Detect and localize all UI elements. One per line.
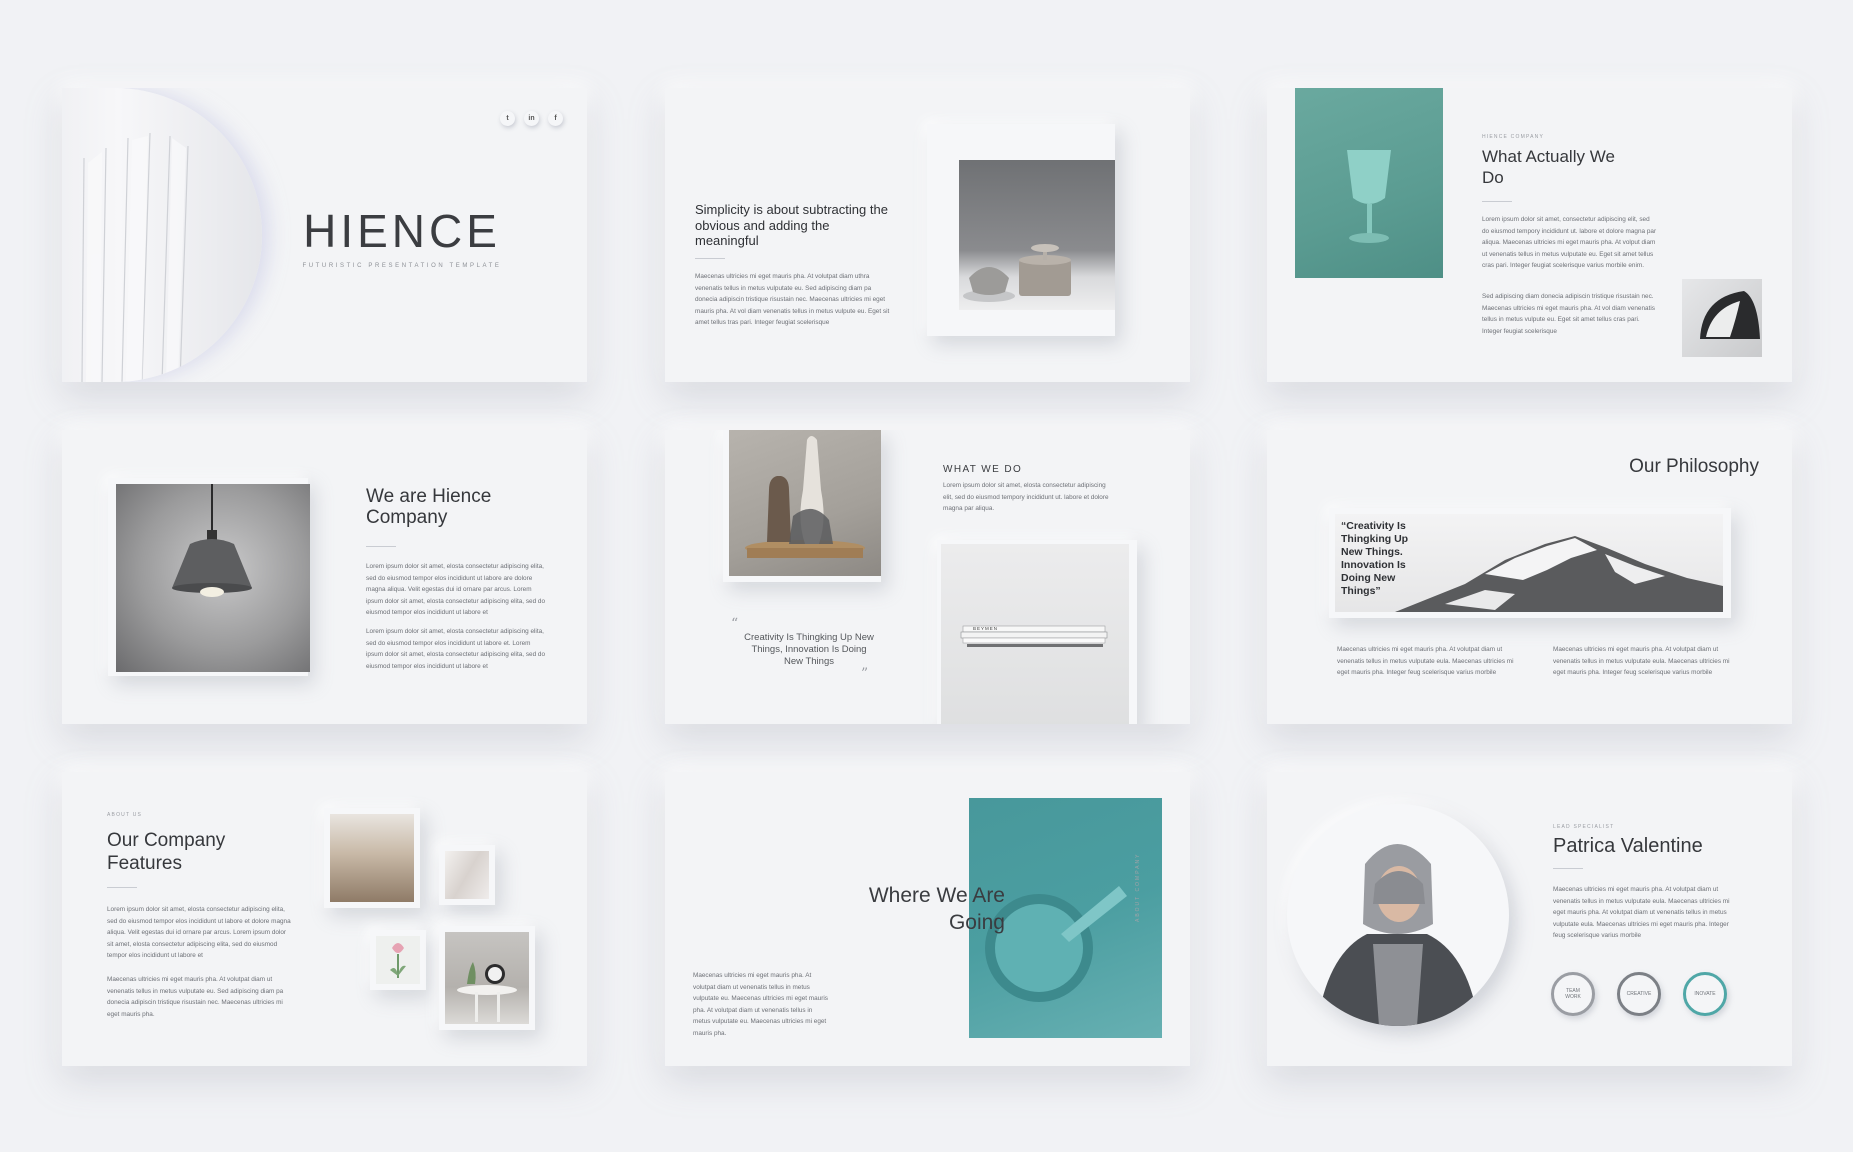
slide8-vertical-label: ABOUT COMPANY	[1135, 852, 1141, 922]
slide4-title: We are Hience Company	[366, 486, 492, 528]
slide2-body: Maecenas ultricies mi eget mauris pha. A…	[695, 273, 890, 327]
skill-ring-creative: CREATIVE	[1617, 972, 1661, 1016]
ring-label: INOVATE	[1694, 991, 1716, 997]
slide3-body1: Lorem ipsum dolor sit amet, consectetur …	[1482, 216, 1657, 270]
profile-photo-circle	[1287, 804, 1509, 1026]
books-photo: BEYMEN	[941, 544, 1129, 724]
slide3-eyebrow: HIENCE COMPANY	[1482, 134, 1544, 140]
photo-frame	[370, 930, 426, 990]
slide7-title: Our Company Features	[107, 830, 226, 874]
bowl-photo	[1682, 279, 1762, 357]
divider	[1553, 868, 1583, 869]
slide8-title: Where We Are Going	[868, 884, 1005, 934]
photo-frame	[324, 808, 420, 908]
divider	[695, 258, 725, 259]
tulip-photo	[376, 936, 420, 984]
ring-label: CREATIVE	[1626, 991, 1652, 997]
slide9-name: Patrica Valentine	[1553, 835, 1703, 857]
slide7-body1: Lorem ipsum dolor sit amet, elosta conse…	[107, 906, 291, 960]
ring-label: TEAM WORK	[1565, 988, 1581, 1000]
slide6-col1: Maecenas ultricies mi eget mauris pha. A…	[1337, 646, 1514, 677]
slide-team-member[interactable]: LEAD SPECIALIST Patrica Valentine Maecen…	[1267, 772, 1792, 1066]
slide4-body1: Lorem ipsum dolor sit amet, elosta conse…	[366, 563, 546, 617]
slide3-body2: Sed adipiscing diam donecia adipiscin tr…	[1482, 293, 1655, 335]
cover-title: HIENCE	[303, 205, 501, 257]
slide-simplicity[interactable]: Simplicity is about subtracting the obvi…	[665, 88, 1190, 382]
close-quote-icon: ”	[861, 666, 869, 682]
slide9-eyebrow: LEAD SPECIALIST	[1553, 824, 1615, 830]
photo-frame	[723, 430, 881, 582]
facebook-icon[interactable]: f	[548, 111, 563, 126]
photo-frame: “Creativity Is Thingking Up New Things. …	[1329, 508, 1731, 618]
book-spine-label: BEYMEN	[973, 626, 999, 631]
divider	[366, 546, 396, 547]
slide-what-we-do[interactable]: HIENCE COMPANY What Actually We Do Lorem…	[1267, 88, 1792, 382]
slide-where-we-are-going[interactable]: Where We Are Going ABOUT COMPANY Maecena…	[665, 772, 1190, 1066]
fabric-photo	[445, 851, 489, 899]
slide-we-are-hience[interactable]: We are Hience Company Lorem ipsum dolor …	[62, 430, 587, 724]
cover-arch-image	[62, 88, 262, 382]
slide3-title: What Actually We Do	[1482, 147, 1615, 187]
slide6-quote: “Creativity Is Thingking Up New Things. …	[1341, 520, 1409, 597]
photo-frame	[439, 926, 535, 1030]
slide8-body: Maecenas ultricies mi eget mauris pha. A…	[693, 972, 828, 1037]
slide2-heading: Simplicity is about subtracting the obvi…	[695, 202, 888, 248]
twitter-icon[interactable]: t	[500, 111, 515, 126]
divider	[1482, 201, 1512, 202]
teal-glass-photo	[1295, 88, 1443, 278]
slide7-body2: Maecenas ultricies mi eget mauris pha. A…	[107, 976, 284, 1018]
dune-photo	[330, 814, 414, 902]
photo-frame: BEYMEN	[937, 540, 1137, 724]
slide-philosophy[interactable]: Our Philosophy “Creativity Is Thingking …	[1267, 430, 1792, 724]
alarm-clock-photo	[445, 932, 529, 1024]
cover-subtitle: FUTURISTIC PRESENTATION TEMPLATE	[302, 263, 502, 269]
slide7-eyebrow: ABOUT US	[107, 812, 143, 818]
slide-company-features[interactable]: ABOUT US Our Company Features Lorem ipsu…	[62, 772, 587, 1066]
skill-ring-teamwork: TEAM WORK	[1551, 972, 1595, 1016]
divider	[107, 887, 137, 888]
slide5-title: WHAT WE DO	[943, 464, 1023, 475]
photo-frame	[439, 845, 495, 905]
slide5-quote: Creativity Is Thingking Up New Things, I…	[744, 632, 874, 667]
skill-ring-inovate: INOVATE	[1683, 972, 1727, 1016]
photo-frame	[108, 478, 310, 676]
photo-frame	[927, 124, 1115, 336]
slide9-body: Maecenas ultricies mi eget mauris pha. A…	[1553, 886, 1730, 940]
jars-photo	[959, 160, 1115, 310]
slide4-body2: Lorem ipsum dolor sit amet, elosta conse…	[366, 628, 546, 670]
linkedin-icon[interactable]: in	[524, 111, 539, 126]
pendant-lamp-photo	[116, 484, 310, 672]
vases-photo	[729, 430, 881, 576]
slide-cover[interactable]: t in f HIENCE FUTURISTIC PRESENTATION TE…	[62, 88, 587, 382]
slide5-body: Lorem ipsum dolor sit amet, elosta conse…	[943, 482, 1109, 513]
slide-what-we-do-2[interactable]: WHAT WE DO Lorem ipsum dolor sit amet, e…	[665, 430, 1190, 724]
slide6-title: Our Philosophy	[1629, 456, 1759, 477]
open-quote-icon: “	[731, 616, 739, 632]
slide6-col2: Maecenas ultricies mi eget mauris pha. A…	[1553, 646, 1730, 677]
